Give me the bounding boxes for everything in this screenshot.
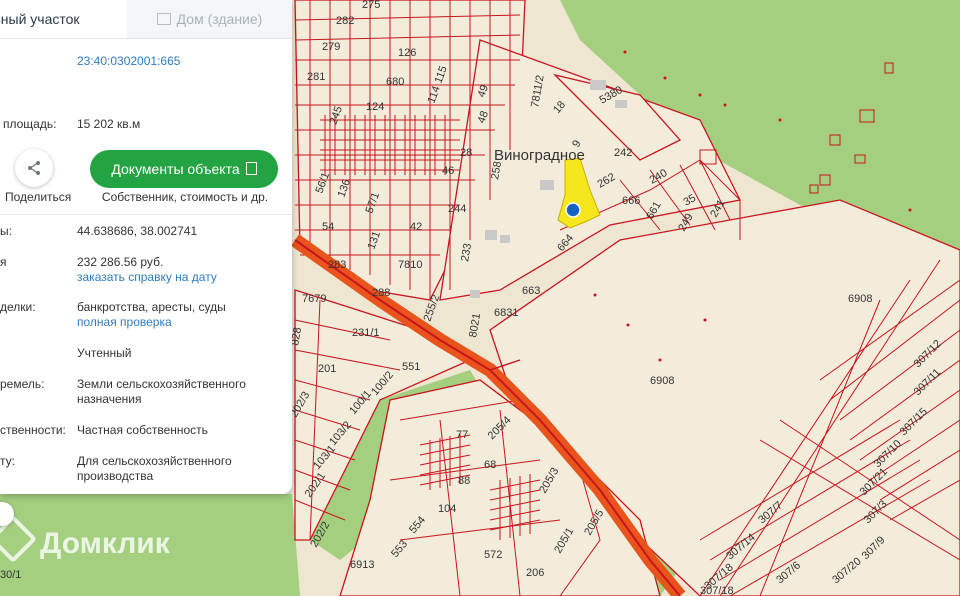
parcel-label: 275: [362, 0, 380, 11]
object-tabs: ельный участок Дом (здание): [0, 0, 292, 39]
building-icon: [156, 13, 171, 25]
parcel-label: 126: [398, 47, 416, 59]
parcel-label: 68: [484, 459, 496, 471]
parcel-label: 7810: [398, 259, 422, 271]
parcel-label: 6908: [848, 293, 872, 305]
parcel-label: 6908: [650, 375, 674, 387]
tab-building-label: Дом (здание): [176, 11, 263, 27]
share-button[interactable]: [15, 149, 53, 187]
area-value: 15 202 кв.м: [77, 117, 141, 131]
parcel-label: 283: [328, 259, 346, 271]
parcel-label: 46: [442, 165, 454, 177]
tab-building[interactable]: Дом (здание): [127, 0, 292, 38]
cost-value: 232 286.56 руб.: [77, 255, 164, 269]
parcel-label: 663: [522, 285, 540, 297]
parcel-label: 551: [402, 361, 420, 373]
tab-land-plot[interactable]: ельный участок: [0, 0, 126, 38]
usage-value: Для сельскохозяйственного производства: [77, 454, 232, 483]
category-value: Земли сельскохозяйственного назначения: [77, 377, 246, 406]
location-marker-icon[interactable]: [565, 202, 581, 218]
parcel-label: 30/1: [0, 569, 21, 581]
parcel-label: 288: [372, 287, 390, 299]
parcel-label: 307/18: [700, 585, 734, 596]
cadastral-number[interactable]: 23:40:0302001:665: [77, 54, 282, 69]
coords-value: 44.638686, 38.002741: [77, 224, 198, 238]
parcel-label: 124: [366, 101, 384, 113]
parcel-label: 680: [386, 76, 404, 88]
parcel-label: 6831: [494, 307, 518, 319]
watermark-text: Домклик: [40, 527, 170, 560]
documents-button-label: Документы объекта: [111, 161, 240, 177]
parcel-label: 7679: [302, 293, 326, 305]
parcel-label: 206: [526, 567, 544, 579]
order-certificate-link[interactable]: заказать справку на дату: [77, 270, 217, 284]
coords-label: ы:: [0, 224, 12, 238]
parcel-label: 54: [322, 221, 334, 233]
parcel-label: 42: [410, 221, 422, 233]
parcel-label: 77: [456, 429, 468, 441]
parcel-label: 88: [458, 475, 470, 487]
share-label: Поделиться: [5, 190, 72, 204]
parcel-label: 282: [336, 15, 354, 27]
parcel-label: 231/1: [352, 327, 380, 339]
parcel-label: 279: [322, 41, 340, 53]
parcel-label: 201: [318, 363, 336, 375]
full-check-link[interactable]: полная проверка: [77, 315, 172, 329]
parcel-label: 28: [460, 147, 472, 159]
settlement-label: Виноградное: [494, 147, 585, 164]
parcel-label: 666: [622, 195, 640, 207]
document-icon: [245, 162, 257, 175]
deals-label: делки:: [0, 300, 36, 314]
cost-label: я: [0, 255, 7, 269]
documents-button[interactable]: Документы объекта: [90, 150, 278, 188]
parcel-label: 281: [307, 71, 325, 83]
parcel-label: 104: [438, 503, 456, 515]
usage-label: ту:: [0, 454, 15, 468]
category-label: ремель:: [0, 377, 45, 391]
parcel-label: 244: [448, 203, 466, 215]
parcel-label: 572: [484, 549, 502, 561]
domclick-watermark: Домклик: [0, 514, 170, 564]
ownership-value: Частная собственность: [77, 423, 208, 437]
divider: [0, 214, 292, 215]
object-info-panel: ельный участок Дом (здание) 23:40:030200…: [0, 0, 292, 494]
parcel-label: 242: [614, 147, 632, 159]
share-icon: [28, 161, 40, 175]
deals-value: банкротства, аресты, суды: [77, 300, 226, 314]
parcel-label: 6913: [350, 559, 374, 571]
deals-block: банкротства, аресты, суды полная проверка: [77, 300, 282, 330]
documents-subtitle: Собственник, стоимость и др.: [101, 190, 269, 204]
cost-block: 232 286.56 руб. заказать справку на дату: [77, 255, 282, 285]
ownership-label: ственности:: [0, 423, 66, 437]
area-label: площадь:: [3, 117, 57, 131]
tab-land-label: ельный участок: [0, 11, 80, 27]
status-value: Учтенный: [77, 346, 132, 360]
